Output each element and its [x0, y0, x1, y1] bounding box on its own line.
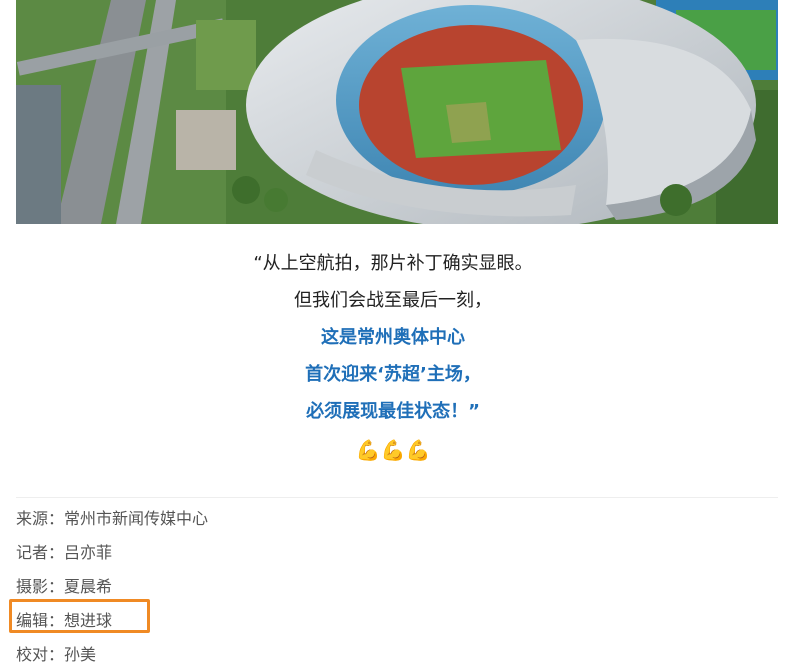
credit-source: 来源：常州市新闻传媒中心 — [16, 509, 209, 528]
credit-reporter: 记者：吕亦菲 — [16, 543, 113, 562]
article-credits: 来源：常州市新闻传媒中心 记者：吕亦菲 摄影：夏晨希 编辑：想进球 校对：孙美 — [16, 502, 716, 672]
stadium-aerial-photo — [16, 0, 778, 224]
quote-line-1: “从上空航拍，那片补丁确实显眼。 — [253, 253, 533, 274]
credit-proofreader: 校对：孙美 — [16, 645, 97, 664]
quote-line-2: 但我们会战至最后一刻， — [294, 290, 492, 311]
quote-line-5: 必须展现最佳状态！” — [306, 401, 480, 422]
quote-line-3: 这是常州奥体中心 — [321, 327, 465, 348]
quote-line-4: 首次迎来‘苏超’主场， — [305, 364, 481, 385]
section-divider — [16, 497, 778, 498]
editor-highlight-box — [9, 599, 150, 633]
stadium-illustration — [16, 0, 778, 224]
quote-block: “从上空航拍，那片补丁确实显眼。 但我们会战至最后一刻， 这是常州奥体中心 首次… — [0, 245, 786, 470]
flexed-biceps-emoji-row: 💪💪💪 — [355, 438, 431, 462]
